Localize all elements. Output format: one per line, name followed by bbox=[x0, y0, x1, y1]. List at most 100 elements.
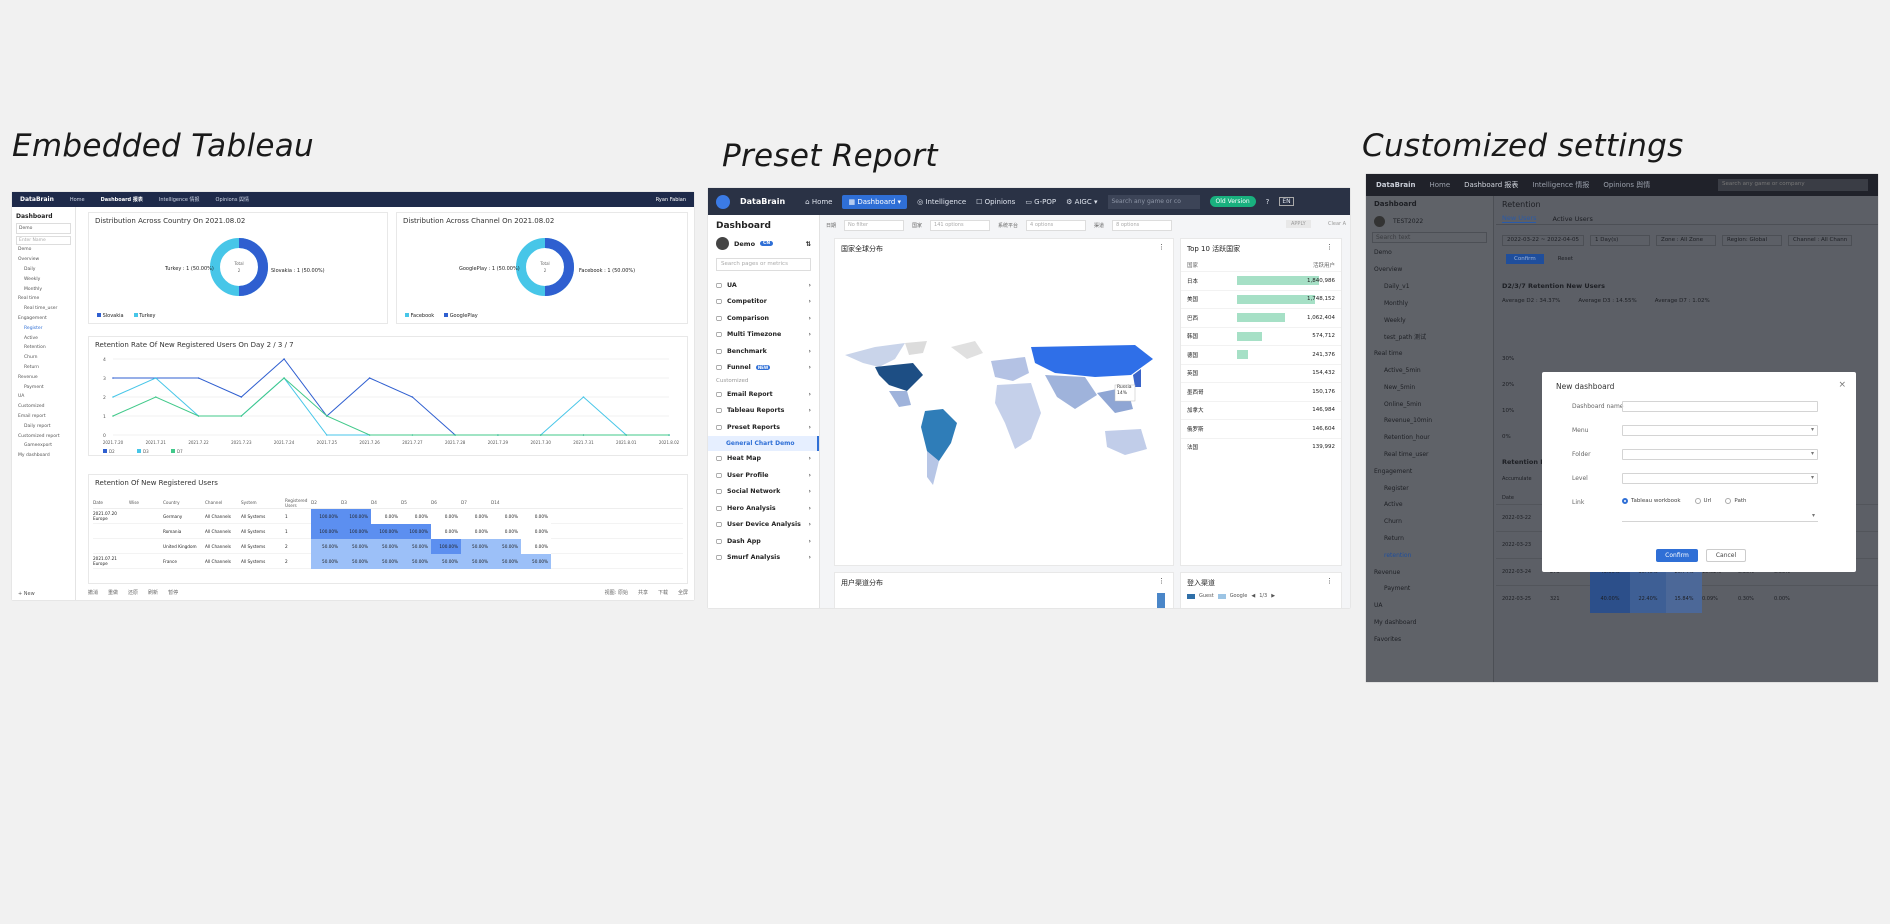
sidebar-item-weekly[interactable]: Weekly bbox=[16, 274, 71, 284]
sidebar-item-preset-reports[interactable]: ▢ Preset Reports › bbox=[708, 419, 819, 436]
close-icon[interactable]: × bbox=[1838, 380, 1846, 390]
sidebar-item-daily[interactable]: Daily bbox=[16, 265, 71, 275]
tab-new-users[interactable]: New Users bbox=[1502, 214, 1537, 223]
accumulate-toggle[interactable]: Accumulate bbox=[1502, 476, 1532, 482]
more-icon[interactable]: ⋮ bbox=[1326, 243, 1333, 251]
menu-select[interactable]: ▾ bbox=[1622, 425, 1818, 436]
column-header[interactable]: System bbox=[241, 500, 285, 505]
sidebar-item-new-5min[interactable]: New_5min bbox=[1366, 379, 1493, 396]
filter-select-0[interactable]: 2022-03-22 ~ 2022-04-05 bbox=[1502, 235, 1585, 246]
data-point-d7[interactable] bbox=[326, 415, 328, 417]
nav-aigc[interactable]: ⚙ AIGC ▾ bbox=[1066, 198, 1097, 206]
sidebar-item-engagement[interactable]: Engagement bbox=[1366, 463, 1493, 480]
sidebar-item-overview[interactable]: Overview bbox=[16, 255, 71, 265]
nav-opinions[interactable]: Opinions 舆情 bbox=[216, 196, 249, 203]
sidebar-item-test-path[interactable]: test_path 测试 bbox=[1366, 329, 1493, 346]
sidebar-item-online-5min[interactable]: Online_5min bbox=[1366, 396, 1493, 413]
global-search-input[interactable]: Search any game or co bbox=[1107, 194, 1200, 209]
link-workbook-select[interactable]: ▾ bbox=[1622, 512, 1818, 522]
radio-path[interactable]: Path bbox=[1725, 498, 1746, 504]
column-header[interactable]: Wise bbox=[129, 500, 163, 505]
filter-select-0[interactable]: No filter bbox=[844, 219, 905, 231]
revert-button[interactable]: 还原 bbox=[128, 589, 138, 596]
sidebar-item-favorites[interactable]: Favorites bbox=[1366, 631, 1493, 648]
column-header[interactable]: D6 bbox=[431, 500, 461, 505]
column-header[interactable]: D5 bbox=[401, 500, 431, 505]
sidebar-item-overview[interactable]: Overview bbox=[1366, 261, 1493, 278]
more-icon[interactable]: ⋮ bbox=[1326, 577, 1333, 585]
folder-select[interactable]: ▾ bbox=[1622, 449, 1818, 460]
column-header[interactable]: Country bbox=[163, 500, 205, 505]
sidebar-item-customized[interactable]: Customized bbox=[16, 402, 71, 412]
nav-dashboard[interactable]: Dashboard 报表 bbox=[1464, 180, 1518, 190]
modal-cancel-button[interactable]: Cancel bbox=[1706, 549, 1746, 562]
clear-all-link[interactable]: Clear A bbox=[1328, 221, 1346, 227]
sidebar-item-real-time-user[interactable]: Real time_user bbox=[16, 304, 71, 314]
sidebar-item-my-dashboard[interactable]: My dashboard bbox=[16, 451, 71, 461]
sidebar-item-hero-analysis[interactable]: ▢ Hero Analysis › bbox=[708, 500, 819, 517]
data-point-d2[interactable] bbox=[411, 396, 414, 398]
nav-opinions[interactable]: ☐ Opinions bbox=[976, 198, 1015, 206]
sidebar-item-customized-report[interactable]: Customized report bbox=[16, 431, 71, 441]
reset-filter-button[interactable]: Reset bbox=[1558, 256, 1573, 262]
switch-icon[interactable]: ⇅ bbox=[806, 240, 811, 248]
top10-row[interactable]: 法国 139,992 bbox=[1181, 437, 1341, 457]
nav-dashboard[interactable]: Dashboard 报表 bbox=[101, 196, 143, 203]
sidebar-item-retention[interactable]: Retention bbox=[16, 343, 71, 353]
data-point-d3[interactable] bbox=[582, 396, 585, 398]
sidebar-item-ua[interactable]: UA bbox=[1366, 597, 1493, 614]
help-icon[interactable]: ? bbox=[1266, 198, 1270, 206]
sidebar-item-engagement[interactable]: Engagement bbox=[16, 314, 71, 324]
top10-row[interactable]: 巴西 1,062,404 bbox=[1181, 308, 1341, 327]
sidebar-item-retention-hour[interactable]: Retention_hour bbox=[1366, 429, 1493, 446]
top10-row[interactable]: 日本 1,840,986 bbox=[1181, 271, 1341, 290]
data-point-d7[interactable] bbox=[582, 434, 585, 436]
data-point-d7[interactable] bbox=[368, 434, 371, 436]
sidebar-item-email-report[interactable]: Email report bbox=[16, 412, 71, 422]
top10-row[interactable]: 墨西哥 150,176 bbox=[1181, 382, 1341, 401]
sidebar-item-benchmark[interactable]: ▢ Benchmark › bbox=[708, 343, 819, 360]
filter-select-4[interactable]: Channel : All Chann bbox=[1788, 235, 1853, 246]
data-point-d7[interactable] bbox=[497, 434, 499, 436]
top10-row[interactable]: 美国 1,748,152 bbox=[1181, 289, 1341, 309]
column-header[interactable]: D14 bbox=[491, 500, 521, 505]
more-icon[interactable]: ⋮ bbox=[1158, 243, 1165, 251]
data-point-d2[interactable] bbox=[283, 358, 285, 360]
nav-gpop[interactable]: ▭ G-POP bbox=[1025, 198, 1056, 206]
sidebar-item-daily-report[interactable]: Daily report bbox=[16, 421, 71, 431]
sidebar-item-return[interactable]: Return bbox=[1366, 530, 1493, 547]
sidebar-item-tableau-reports[interactable]: ▢ Tableau Reports › bbox=[708, 403, 819, 420]
sidebar-item-active[interactable]: Active bbox=[16, 333, 71, 343]
data-point-d3[interactable] bbox=[326, 434, 328, 436]
sidebar-item-real-time-user[interactable]: Real time_user bbox=[1366, 446, 1493, 463]
redo-button[interactable]: 重做 bbox=[108, 589, 118, 596]
sidebar-search-input[interactable]: Enter Name bbox=[16, 236, 71, 245]
more-icon[interactable]: ⋮ bbox=[1158, 577, 1165, 585]
data-point-d7[interactable] bbox=[668, 434, 670, 436]
column-header[interactable]: Channel bbox=[205, 500, 241, 505]
sidebar-item-churn[interactable]: Churn bbox=[1366, 513, 1493, 530]
column-header[interactable]: D7 bbox=[461, 500, 491, 505]
filter-select-2[interactable]: Zone : All Zone bbox=[1656, 235, 1717, 246]
sidebar-item-social-network[interactable]: ▢ Social Network › bbox=[708, 484, 819, 501]
project-select[interactable]: Demo CN ⇅ bbox=[708, 235, 819, 252]
prev-page-icon[interactable]: ◀ bbox=[1251, 593, 1255, 599]
column-header[interactable]: D4 bbox=[371, 500, 401, 505]
sidebar-item-monthly[interactable]: Monthly bbox=[16, 284, 71, 294]
level-select[interactable]: ▾ bbox=[1622, 473, 1818, 484]
data-point-d3[interactable] bbox=[112, 396, 114, 398]
sidebar-item-user-profile[interactable]: ▢ User Profile › bbox=[708, 467, 819, 484]
nav-intelligence[interactable]: Intelligence 情报 bbox=[1532, 180, 1589, 190]
column-header[interactable]: Registered Users bbox=[285, 498, 311, 508]
data-point-d2[interactable] bbox=[197, 377, 200, 379]
table-row[interactable]: United Kingdom All Channels All Systems 2 50… bbox=[93, 538, 683, 554]
nav-intelligence[interactable]: Intelligence 情报 bbox=[159, 196, 200, 203]
sidebar-item-ua[interactable]: UA bbox=[16, 392, 71, 402]
data-point-d7[interactable] bbox=[625, 434, 628, 436]
sidebar-item-comparison[interactable]: ▢ Comparison › bbox=[708, 310, 819, 327]
radio-url[interactable]: Url bbox=[1694, 498, 1711, 504]
sidebar-item-my-dashboard[interactable]: My dashboard bbox=[1366, 614, 1493, 631]
table-row[interactable]: 2021.07.20 Europe Germany All Channels All … bbox=[93, 508, 683, 524]
share-button[interactable]: 共享 bbox=[638, 589, 648, 596]
modal-confirm-button[interactable]: Confirm bbox=[1656, 549, 1698, 562]
